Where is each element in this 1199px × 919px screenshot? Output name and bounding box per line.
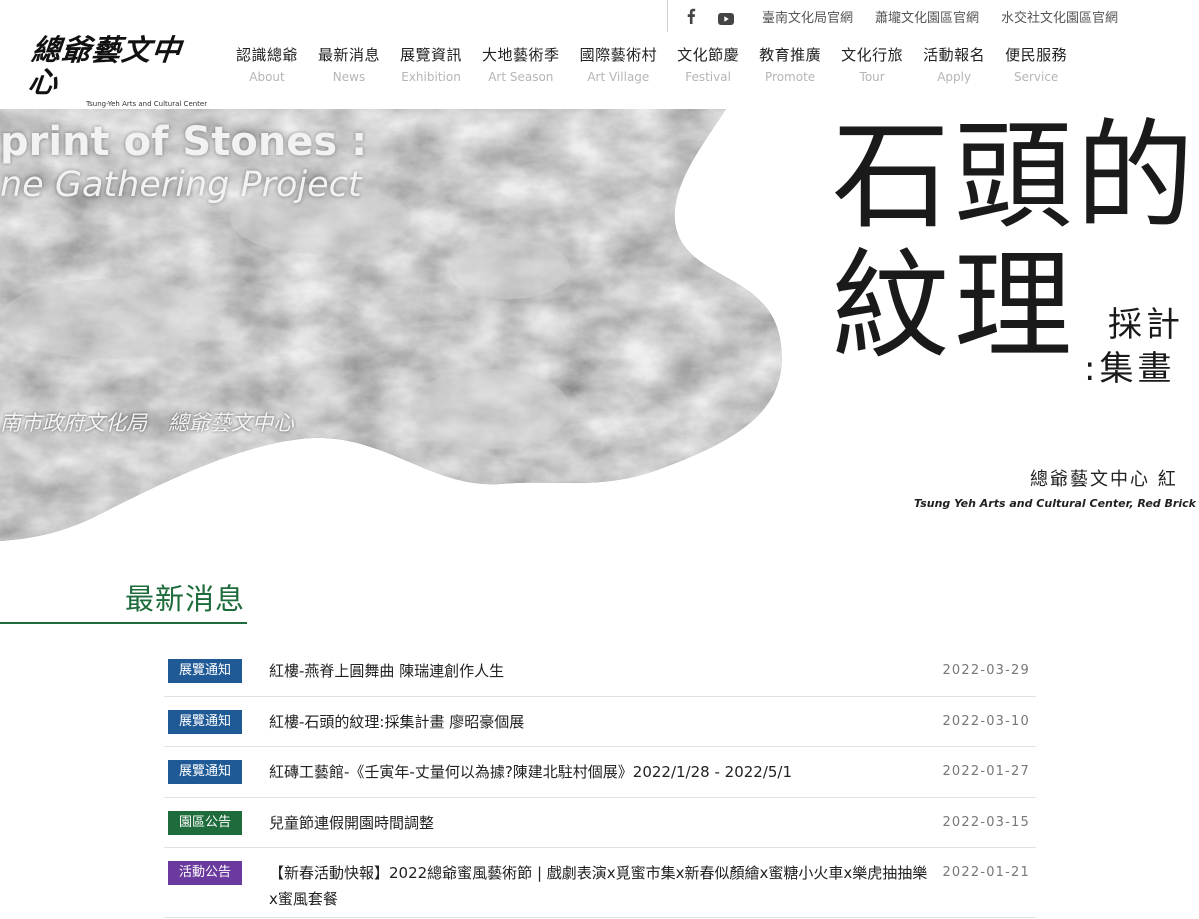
news-title[interactable]: 紅磚工藝館-《壬寅年-丈量何以為據?陳建北駐村個展》2022/1/28 - 20… (269, 759, 929, 785)
nav-label-en: Apply (937, 70, 972, 84)
youtube-icon[interactable] (718, 10, 734, 25)
link-tainan-culture-bureau[interactable]: 臺南文化局官網 (762, 7, 853, 26)
news-item[interactable]: 展覽通知 紅磚工藝館-《壬寅年-丈量何以為據?陳建北駐村個展》2022/1/28… (164, 747, 1036, 798)
nav-label-zh: 大地藝術季 (482, 46, 560, 64)
news-item[interactable]: 活動公告 【新春活動快報】2022總爺蜜風藝術節 | 戲劇表演x覓蜜市集x新春似… (164, 848, 1036, 918)
main-nav: 認識總爺 About 最新消息 News 展覽資訊 Exhibition 大地藝… (226, 44, 1077, 84)
nav-item-exhibition[interactable]: 展覽資訊 Exhibition (390, 44, 472, 84)
nav-label-zh: 認識總爺 (236, 46, 299, 64)
logo-calligraphy: 總爺藝文中心 (26, 33, 184, 99)
news-title[interactable]: 【新春活動快報】2022總爺蜜風藝術節 | 戲劇表演x覓蜜市集x新春似顏繪x蜜糖… (269, 860, 929, 912)
nav-label-zh: 便民服務 (1005, 46, 1068, 64)
nav-item-service[interactable]: 便民服務 Service (995, 44, 1077, 84)
news-section-heading: 最新消息 (0, 576, 247, 624)
news-date: 2022-03-15 (942, 814, 1030, 830)
nav-item-tour[interactable]: 文化行旅 Tour (831, 44, 913, 84)
nav-label-en: Service (1013, 70, 1059, 84)
nav-label-en: Tour (859, 70, 885, 84)
hero-banner[interactable]: print of Stones : ne Gathering Project 南… (0, 109, 1199, 541)
nav-item-news[interactable]: 最新消息 News (308, 44, 390, 84)
hero-organizer-left: 南市政府文化局 總爺藝文中心 (0, 411, 294, 435)
hero-chinese-title-line1: 石頭的 (832, 109, 1199, 245)
link-shuijiaoshe-park[interactable]: 水交社文化園區官網 (1001, 7, 1118, 26)
nav-label-zh: 活動報名 (923, 46, 986, 64)
news-date: 2022-03-29 (942, 663, 1030, 678)
nav-label-en: News (332, 70, 366, 84)
nav-item-art-season[interactable]: 大地藝術季 Art Season (472, 44, 570, 84)
nav-item-promote[interactable]: 教育推廣 Promote (749, 44, 831, 84)
nav-label-en: Promote (765, 70, 816, 84)
logo-subtitle: Tsung-Yeh Arts and Cultural Center (86, 100, 208, 108)
hero-english-title: print of Stones : (0, 119, 368, 165)
hero-english-subtitle: ne Gathering Project (0, 165, 362, 205)
top-utility-bar: 臺南文化局官網 蕭壠文化園區官網 水交社文化園區官網 (667, 0, 1199, 32)
nav-label-zh: 國際藝術村 (579, 46, 658, 64)
news-list: 展覽通知 紅樓-燕脊上圓舞曲 陳瑞連創作人生 2022-03-29 展覽通知 紅… (164, 646, 1036, 918)
nav-label-en: Exhibition (401, 70, 461, 84)
news-category-badge: 展覽通知 (168, 760, 242, 784)
nav-item-apply[interactable]: 活動報名 Apply (913, 44, 995, 84)
nav-label-zh: 最新消息 (318, 46, 381, 64)
hero-organizer-right: 總爺藝文中心 紅 (1030, 469, 1178, 490)
news-date: 2022-01-27 (942, 764, 1030, 779)
nav-item-about[interactable]: 認識總爺 About (226, 44, 308, 84)
nav-label-en: About (249, 70, 285, 84)
news-date: 2022-03-10 (942, 713, 1030, 729)
nav-label-zh: 展覽資訊 (400, 46, 463, 64)
facebook-icon[interactable] (686, 8, 696, 24)
nav-item-festival[interactable]: 文化節慶 Festival (667, 44, 749, 84)
news-category-badge: 活動公告 (168, 861, 242, 885)
hero-chinese-title-line2: 紋理 (832, 237, 1077, 375)
nav-label-en: Art Season (488, 70, 554, 84)
news-title[interactable]: 兒童節連假開園時間調整 (269, 810, 929, 836)
nav-label-en: Festival (685, 70, 731, 84)
nav-item-art-village[interactable]: 國際藝術村 Art Village (570, 44, 668, 84)
nav-label-zh: 文化行旅 (841, 46, 904, 64)
news-title[interactable]: 紅樓-石頭的紋理:採集計畫 廖昭豪個展 (269, 709, 929, 735)
social-links (686, 8, 734, 25)
news-item[interactable]: 園區公告 兒童節連假開園時間調整 2022-03-15 (164, 798, 1036, 848)
news-item[interactable]: 展覽通知 紅樓-燕脊上圓舞曲 陳瑞連創作人生 2022-03-29 (164, 646, 1036, 697)
external-links: 臺南文化局官網 蕭壠文化園區官網 水交社文化園區官網 (762, 7, 1118, 26)
news-date: 2022-01-21 (942, 865, 1030, 880)
news-category-badge: 園區公告 (168, 810, 242, 835)
news-category-badge: 展覽通知 (168, 659, 242, 683)
nav-label-zh: 文化節慶 (677, 46, 740, 64)
news-category-badge: 展覽通知 (168, 709, 242, 734)
hero-chinese-subtitle-line1: 採計 (1108, 305, 1184, 345)
hero-organizer-right-english: Tsung Yeh Arts and Cultural Center, Red … (914, 497, 1199, 510)
nav-label-en: Art Village (587, 70, 650, 84)
news-item[interactable]: 展覽通知 紅樓-石頭的紋理:採集計畫 廖昭豪個展 2022-03-10 (164, 697, 1036, 747)
nav-label-zh: 教育推廣 (759, 46, 822, 64)
news-heading-text: 最新消息 (124, 582, 245, 616)
hero-chinese-subtitle-line2: :集畫 (1084, 349, 1176, 389)
news-title[interactable]: 紅樓-燕脊上圓舞曲 陳瑞連創作人生 (269, 658, 929, 684)
site-logo[interactable]: 總爺藝文中心 Tsung-Yeh Arts and Cultural Cente… (27, 33, 208, 108)
link-soulangh-park[interactable]: 蕭壠文化園區官網 (875, 7, 979, 26)
